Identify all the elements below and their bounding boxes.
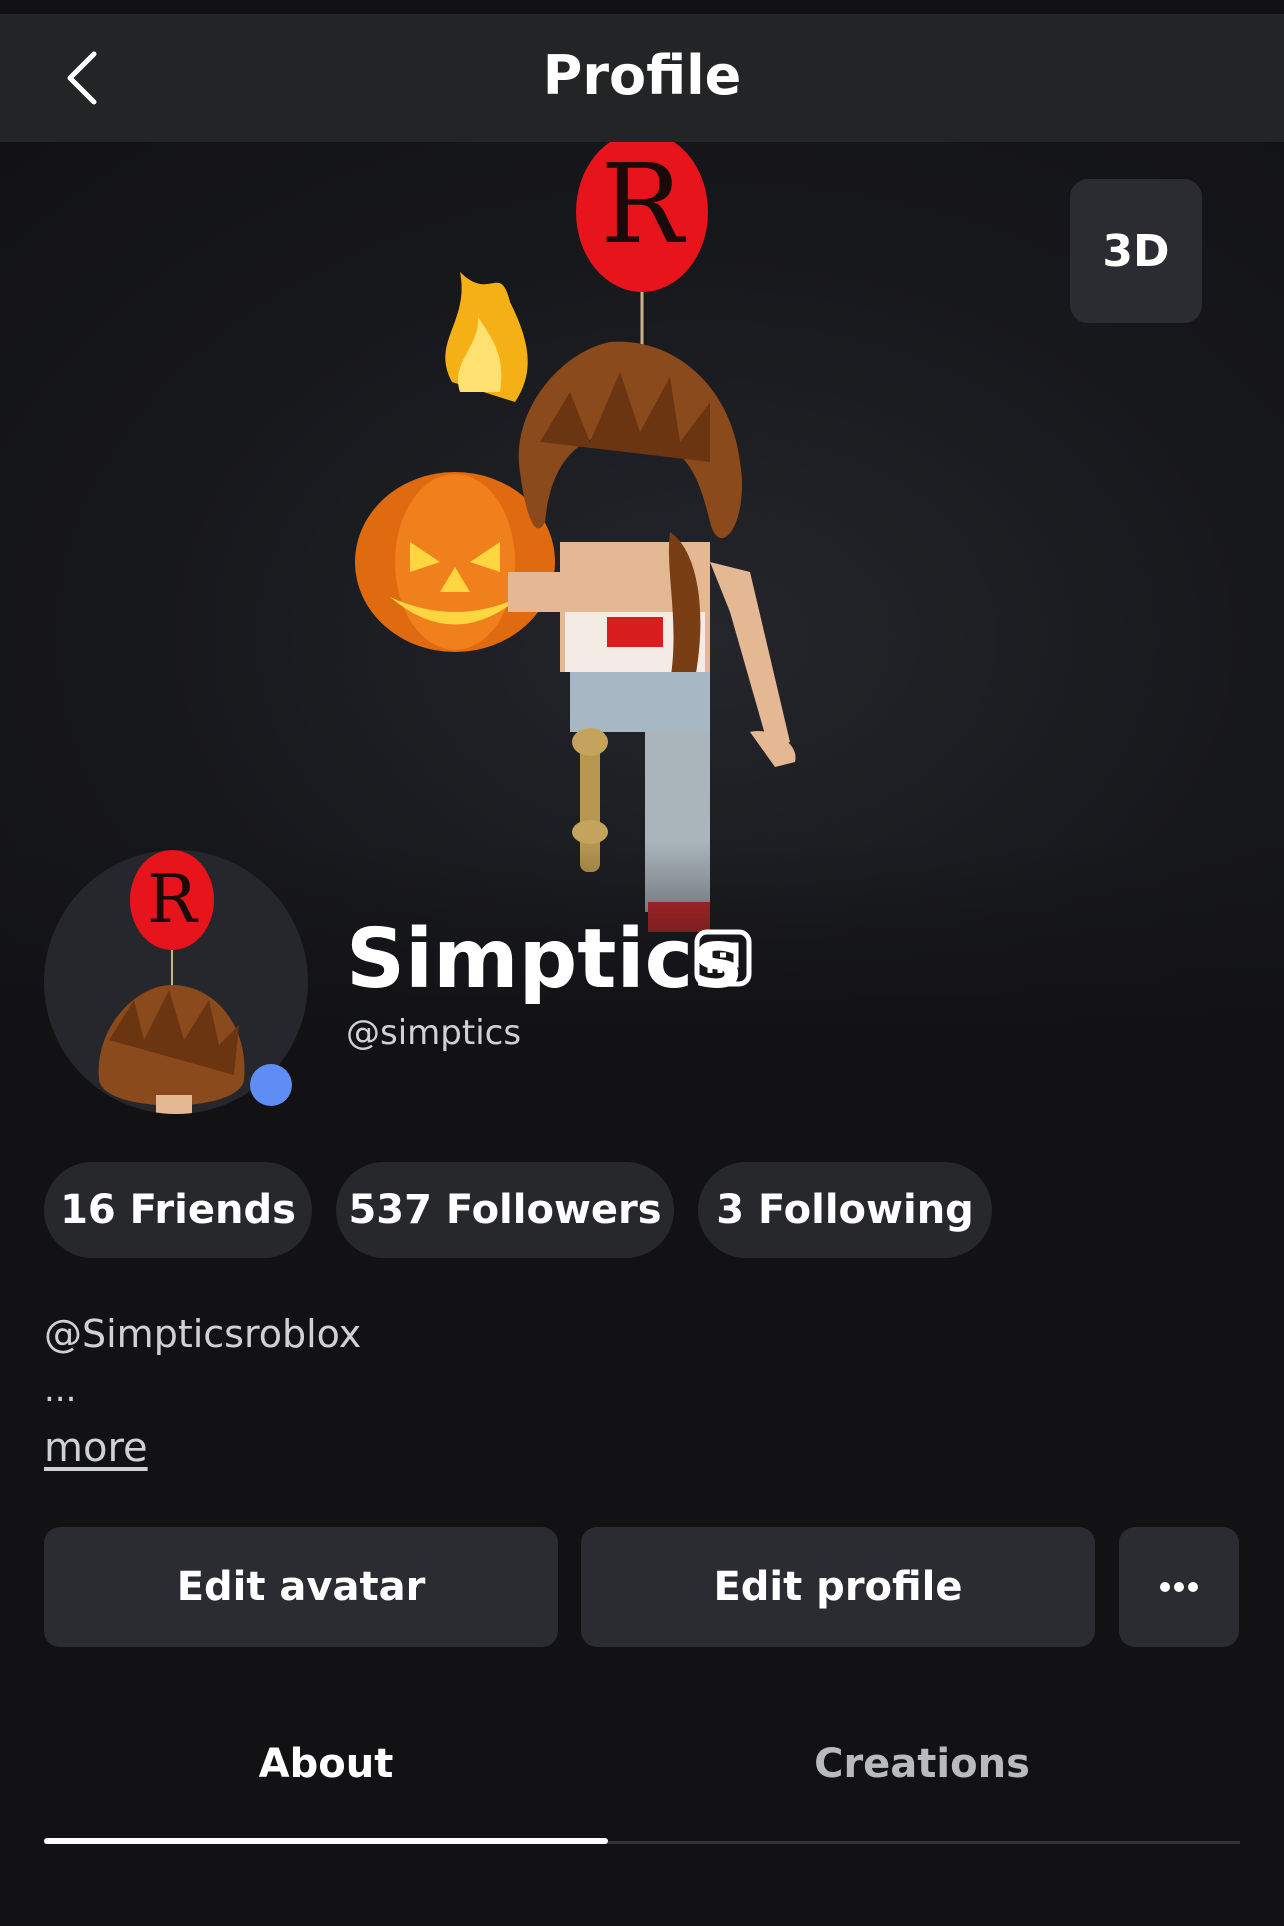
- more-horizontal-icon: [1160, 1582, 1198, 1592]
- username: @simptics: [346, 1013, 522, 1053]
- svg-text:R: R: [601, 142, 687, 268]
- tab-creations[interactable]: Creations: [640, 1736, 1204, 1792]
- view-3d-button[interactable]: 3D: [1070, 179, 1202, 323]
- premium-badge-icon: [694, 929, 752, 987]
- bio-text: @Simpticsroblox: [44, 1312, 362, 1356]
- page-title: Profile: [542, 44, 742, 107]
- edit-avatar-button[interactable]: Edit avatar: [44, 1527, 558, 1647]
- online-status-dot: [250, 1064, 292, 1106]
- more-options-button[interactable]: [1119, 1527, 1239, 1647]
- avatar-3d-render: R: [355, 142, 796, 932]
- svg-text:R: R: [147, 861, 199, 938]
- bio-ellipsis: ...: [44, 1370, 77, 1410]
- tab-about[interactable]: About: [44, 1736, 608, 1792]
- following-count-button[interactable]: 3 Following: [698, 1162, 992, 1258]
- friends-count-button[interactable]: 16 Friends: [44, 1162, 312, 1258]
- display-name: Simptics: [346, 912, 743, 1007]
- followers-count-button[interactable]: 537 Followers: [336, 1162, 674, 1258]
- edit-profile-button[interactable]: Edit profile: [581, 1527, 1095, 1647]
- active-tab-indicator: [44, 1838, 608, 1844]
- bio-more-link[interactable]: more: [44, 1424, 148, 1472]
- top-navigation-bar: Profile: [0, 14, 1284, 142]
